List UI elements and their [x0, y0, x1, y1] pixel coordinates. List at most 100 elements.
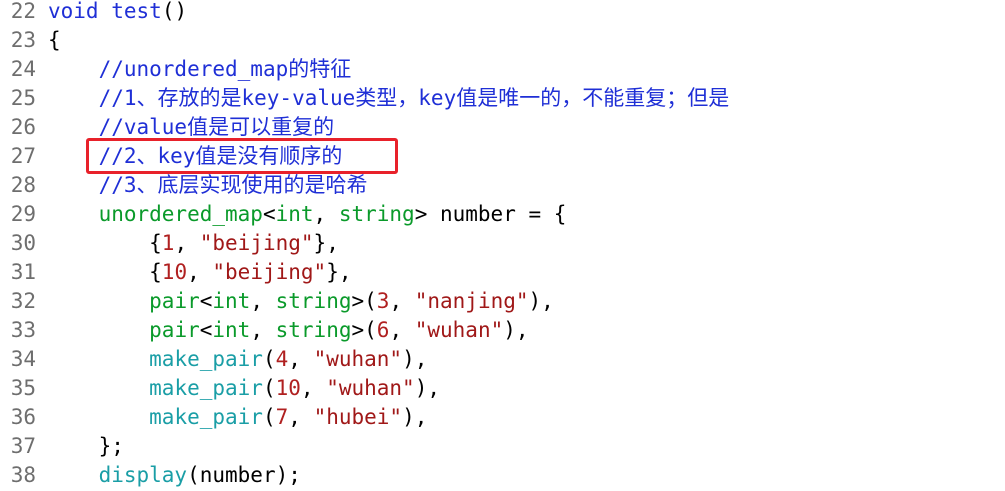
code-line-37[interactable]: 37 }; [0, 432, 124, 461]
code-text: }; [48, 432, 124, 461]
code-token: 6 [376, 318, 390, 342]
line-number: 30 [10, 231, 36, 255]
code-token: //2、key值是没有顺序的 [98, 144, 343, 168]
line-number: 24 [10, 57, 36, 81]
code-token: ( [262, 376, 276, 400]
code-token: make_pair [149, 376, 263, 400]
code-token: 10 [275, 376, 301, 400]
code-token: string [338, 202, 415, 226]
code-token: void [48, 0, 99, 23]
code-token: make_pair [149, 347, 263, 371]
code-token: 4 [275, 347, 289, 371]
code-token: >( [351, 289, 377, 313]
code-token: "beijing" [199, 231, 314, 255]
code-token: { [48, 28, 61, 52]
code-text: //value值是可以重复的 [48, 113, 335, 142]
code-token: , [288, 405, 314, 429]
code-token: ), [503, 318, 529, 342]
code-token: ), [528, 289, 554, 313]
code-line-24[interactable]: 24 //unordered_map的特征 [0, 55, 352, 84]
code-text: //3、底层实现使用的是哈希 [48, 171, 368, 200]
code-token: }, [313, 231, 339, 255]
code-token: , [300, 376, 327, 400]
code-text: void test() [48, 0, 187, 26]
code-token: , [250, 289, 276, 313]
code-line-33[interactable]: 33 pair<int, string>(6, "wuhan"), [0, 316, 529, 345]
code-token: "hubei" [313, 405, 403, 429]
line-number: 26 [10, 115, 36, 139]
code-token: < [199, 289, 213, 313]
code-line-28[interactable]: 28 //3、底层实现使用的是哈希 [0, 171, 368, 200]
code-line-25[interactable]: 25 //1、存放的是key-value类型，key值是唯一的，不能重复；但是 [0, 84, 730, 113]
code-token: int [212, 289, 251, 313]
code-token: ( [262, 405, 276, 429]
line-number: 31 [10, 260, 36, 284]
code-line-22[interactable]: 22 void test() [0, 0, 187, 26]
code-line-31[interactable]: 31 {10, "beijing"}, [0, 258, 352, 287]
code-token: ), [402, 405, 428, 429]
line-number: 27 [10, 144, 36, 168]
code-token: }, [326, 260, 352, 284]
code-text: pair<int, string>(6, "wuhan"), [48, 316, 529, 345]
code-token: 10 [161, 260, 188, 284]
code-token: //1、存放的是key-value类型，key值是唯一的，不能重复；但是 [98, 86, 730, 110]
code-token: , [288, 347, 314, 371]
code-token: < [262, 202, 276, 226]
code-line-27[interactable]: 27 //2、key值是没有顺序的 [0, 142, 343, 171]
code-text: //unordered_map的特征 [48, 55, 352, 84]
line-number: 22 [10, 0, 36, 23]
code-token: test [111, 0, 162, 23]
code-text: make_pair(4, "wuhan"), [48, 345, 427, 374]
code-text: {10, "beijing"}, [48, 258, 351, 287]
code-token: < [199, 318, 213, 342]
code-token: 1 [161, 231, 175, 255]
code-text: //2、key值是没有顺序的 [48, 142, 343, 171]
code-token: 3 [376, 289, 390, 313]
code-token: "wuhan" [326, 376, 415, 400]
code-line-35[interactable]: 35 make_pair(10, "wuhan"), [0, 374, 440, 403]
code-token: > number = { [414, 202, 567, 226]
line-number: 34 [10, 347, 36, 371]
code-token: make_pair [149, 405, 263, 429]
code-token: }; [48, 434, 124, 458]
line-number: 33 [10, 318, 36, 342]
code-line-30[interactable]: 30 {1, "beijing"}, [0, 229, 339, 258]
line-number: 29 [10, 202, 36, 226]
line-number: 25 [10, 86, 36, 110]
code-token: (number); [187, 463, 301, 487]
code-line-32[interactable]: 32 pair<int, string>(3, "nanjing"), [0, 287, 554, 316]
code-token: int [212, 318, 251, 342]
code-token: , [174, 231, 200, 255]
code-token: string [275, 289, 352, 313]
code-text: make_pair(10, "wuhan"), [48, 374, 440, 403]
line-number: 35 [10, 376, 36, 400]
code-token: string [275, 318, 352, 342]
code-token: { [48, 260, 162, 284]
code-editor[interactable]: 22 void test() 23{24 //unordered_map的特征 25 … [0, 0, 1005, 491]
code-text: {1, "beijing"}, [48, 229, 339, 258]
code-text: unordered_map<int, string> number = { [48, 200, 567, 229]
code-token: ( [262, 347, 276, 371]
line-number: 38 [10, 463, 36, 487]
line-number: 28 [10, 173, 36, 197]
code-line-36[interactable]: 36 make_pair(7, "hubei"), [0, 403, 428, 432]
code-token: "nanjing" [414, 289, 529, 313]
code-line-26[interactable]: 26 //value值是可以重复的 [0, 113, 334, 142]
code-line-34[interactable]: 34 make_pair(4, "wuhan"), [0, 345, 428, 374]
code-line-23[interactable]: 23 { [0, 26, 61, 55]
code-token: , [389, 289, 415, 313]
code-token: "wuhan" [414, 318, 504, 342]
code-token: , [313, 202, 339, 226]
code-token: , [250, 318, 276, 342]
code-line-38[interactable]: 38 display(number); [0, 461, 301, 490]
line-number: 36 [10, 405, 36, 429]
code-line-29[interactable]: 29 unordered_map<int, string> number = { [0, 200, 567, 229]
